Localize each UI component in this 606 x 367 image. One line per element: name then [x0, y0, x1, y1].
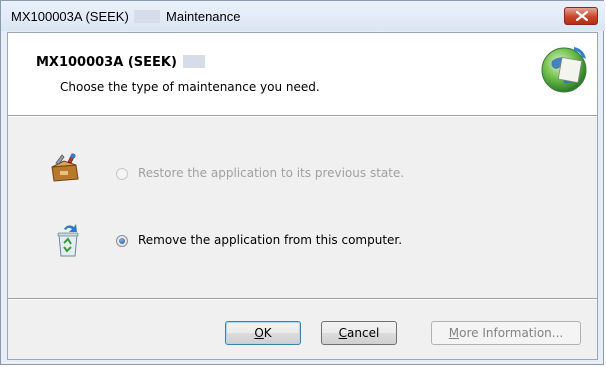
dialog-header: MX100003A (SEEK) Choose the type of main…: [8, 33, 597, 115]
cancel-mnemonic: C: [338, 326, 348, 340]
header-divider: [8, 115, 597, 117]
dialog-body: MX100003A (SEEK) Choose the type of main…: [7, 32, 598, 360]
more-information-button[interactable]: More Information...: [431, 321, 581, 345]
header-subtitle: Choose the type of maintenance you need.: [60, 80, 320, 94]
cancel-button[interactable]: Cancel: [321, 321, 397, 345]
header-title-text: MX100003A (SEEK): [36, 55, 177, 70]
window-title: MX100003A (SEEK) Maintenance: [11, 9, 241, 24]
ok-button[interactable]: OK: [225, 321, 301, 345]
remove-option-label[interactable]: Remove the application from this compute…: [138, 233, 402, 247]
more-info-label: ore Information...: [459, 326, 564, 340]
cancel-label: ancel: [347, 326, 380, 340]
redacted-version: [134, 10, 161, 23]
title-bar[interactable]: MX100003A (SEEK) Maintenance: [1, 1, 605, 31]
radio-selected-dot: [119, 238, 125, 244]
restore-option-label[interactable]: Restore the application to its previous …: [138, 166, 404, 180]
more-info-mnemonic: M: [448, 326, 460, 340]
header-title: MX100003A (SEEK): [36, 55, 207, 70]
footer-divider: [8, 298, 597, 300]
installer-globe-icon: [541, 47, 587, 93]
ok-label: K: [263, 326, 272, 340]
recycle-bin-icon: [57, 224, 79, 257]
redacted-version: [183, 55, 206, 68]
repair-toolbox-icon: [51, 153, 79, 182]
restore-radio[interactable]: [116, 168, 128, 180]
remove-radio[interactable]: [116, 235, 128, 247]
window-title-prefix: MX100003A (SEEK): [11, 9, 129, 24]
maintenance-window: MX100003A (SEEK) Maintenance MX100003A (…: [0, 0, 605, 365]
ok-mnemonic: O: [254, 326, 264, 340]
close-icon: [576, 11, 588, 21]
window-title-suffix: Maintenance: [166, 9, 241, 24]
close-button[interactable]: [564, 7, 598, 25]
